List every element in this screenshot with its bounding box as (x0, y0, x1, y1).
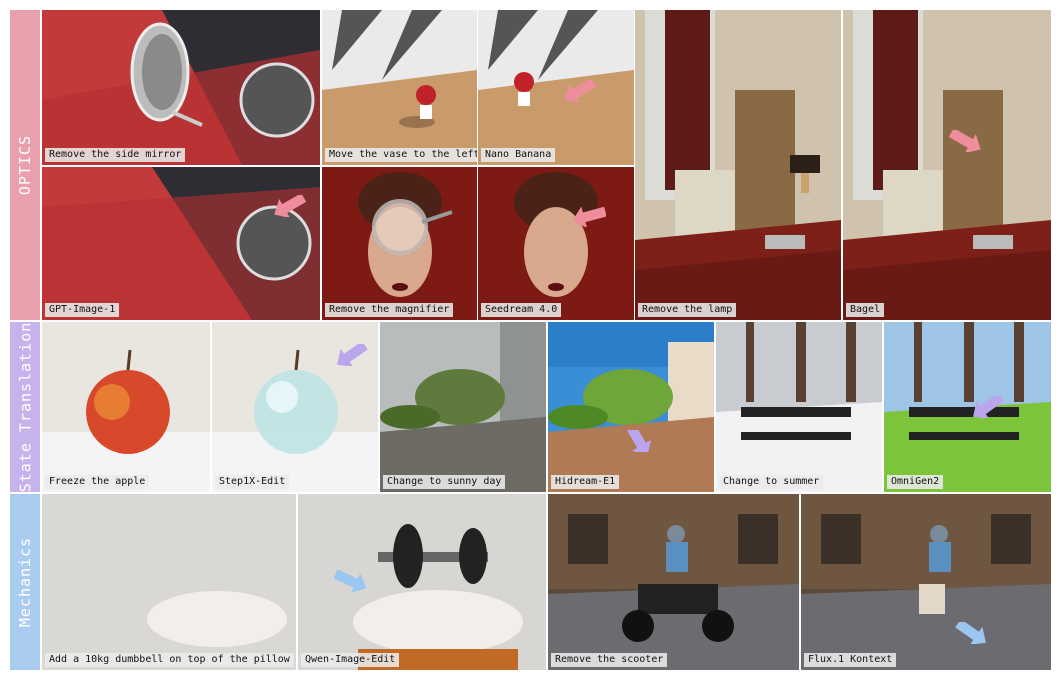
category-label-state-translation: State Translation (16, 321, 34, 493)
indicator-arrow-icon (334, 570, 367, 592)
category-label-mechanics: Mechanics (16, 536, 34, 628)
indicator-arrow-icon (564, 80, 596, 102)
indicator-arrow-icon (626, 430, 652, 452)
car-mirror-photo (42, 10, 320, 165)
image-tile-pillow-qwen: Qwen-Image-Edit (298, 494, 546, 670)
image-tile-scooter-original: Remove the scooter (548, 494, 799, 670)
caption: Qwen-Image-Edit (301, 653, 400, 667)
image-tile-vase-original: Move the vase to the left (322, 10, 477, 165)
category-band-state-translation: State Translation (10, 322, 40, 492)
rainy-garden-photo (380, 322, 546, 492)
image-tile-rain-hidream: Hidream-E1 (548, 322, 714, 492)
caption: Hidream-E1 (551, 475, 620, 489)
caption: Change to sunny day (383, 475, 506, 489)
image-tile-car-gpt: GPT-Image-1 (42, 167, 320, 320)
sunny-garden-photo (548, 322, 714, 492)
image-tile-rain-original: Change to sunny day (380, 322, 546, 492)
caption: Step1X-Edit (215, 475, 290, 489)
caption: Flux.1 Kontext (804, 653, 897, 667)
woman-result-photo (478, 167, 634, 320)
indicator-arrow-icon (274, 195, 306, 217)
indicator-arrow-icon (572, 206, 606, 227)
scooter-rider-photo (548, 494, 799, 670)
image-tile-apple-step1x: Step1X-Edit (212, 322, 378, 492)
floating-rider-photo (801, 494, 1051, 670)
snowy-bench-photo (716, 322, 882, 492)
category-band-mechanics: Mechanics (10, 494, 40, 670)
image-tile-bench-original: Change to summer (716, 322, 882, 492)
indicator-arrow-icon (949, 130, 981, 152)
caption: Remove the side mirror (45, 148, 186, 162)
indicator-arrow-icon (955, 622, 986, 644)
caption: Nano Banana (481, 148, 556, 162)
image-tile-lamp-bagel: Bagel (843, 10, 1051, 320)
caption: GPT-Image-1 (45, 303, 120, 317)
caption: Move the vase to the left (325, 148, 477, 162)
image-tile-scooter-flux: Flux.1 Kontext (801, 494, 1051, 670)
caption: OmniGen2 (887, 475, 944, 489)
category-label-optics: OPTICS (16, 134, 34, 196)
image-tile-bench-omnigen: OmniGen2 (884, 322, 1051, 492)
pillow-photo (42, 494, 296, 670)
image-tile-vase-nano: Nano Banana (478, 10, 634, 165)
bedroom-photo (635, 10, 841, 320)
caption: Remove the scooter (551, 653, 668, 667)
caption: Freeze the apple (45, 475, 150, 489)
caption: Bagel (846, 303, 885, 317)
woman-magnifier-photo (322, 167, 477, 320)
caption: Remove the magnifier (325, 303, 454, 317)
indicator-arrow-icon (337, 344, 368, 366)
image-tile-pillow-original: Add a 10kg dumbbell on top of the pillow (42, 494, 296, 670)
image-tile-magnifier-seedream: Seedream 4.0 (478, 167, 634, 320)
caption: Remove the lamp (638, 303, 737, 317)
image-tile-car-original: Remove the side mirror (42, 10, 320, 165)
bedroom-result-photo (843, 10, 1051, 320)
vase-photo (322, 10, 477, 165)
category-band-optics: OPTICS (10, 10, 40, 320)
vase-result-photo (478, 10, 634, 165)
image-tile-apple-original: Freeze the apple (42, 322, 210, 492)
caption: Add a 10kg dumbbell on top of the pillow (45, 653, 294, 667)
caption: Seedream 4.0 (481, 303, 562, 317)
car-result-photo (42, 167, 320, 320)
indicator-arrow-icon (973, 396, 1004, 418)
summer-bench-photo (884, 322, 1051, 492)
apple-photo (42, 322, 210, 492)
image-tile-lamp-original: Remove the lamp (635, 10, 841, 320)
image-tile-magnifier-original: Remove the magnifier (322, 167, 477, 320)
caption: Change to summer (719, 475, 824, 489)
